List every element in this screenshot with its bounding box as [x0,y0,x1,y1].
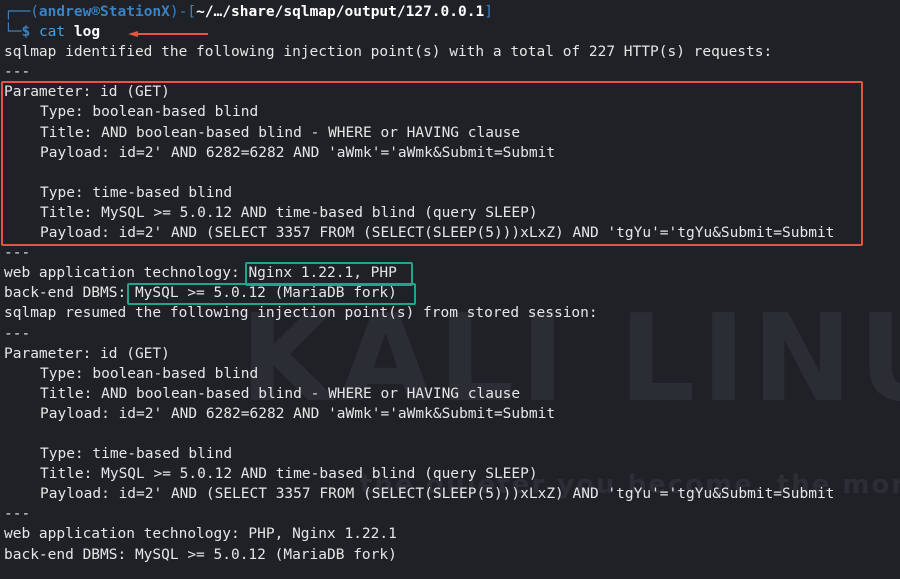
command-name: cat [38,24,66,41]
separator-line: --- [4,506,31,523]
dbms-value: MySQL >= 5.0.12 (MariaDB fork) [134,285,397,302]
web-tech-value: Nginx 1.22.1, PHP [248,265,397,282]
prompt-line-1: ┌──(andrew®StationX)-[~/…/share/sqlmap/o… [4,2,900,22]
separator-line: --- [4,245,31,262]
block1-title1: Title: AND boolean-based blind - WHERE o… [40,124,521,141]
prompt-corner-top: ┌──( [4,4,39,20]
prompt-path: ~/…/share/sqlmap/output/127.0.0.1 [196,4,485,20]
command-argument: log [73,24,101,41]
web-tech-line: web application technology: Nginx 1.22.1… [4,263,900,283]
prompt-corner-bottom: └─ [4,24,22,41]
separator-line: --- [4,64,31,81]
block2-type2: Type: time-based blind [40,446,233,463]
prompt-bracket-close: ] [484,4,493,20]
block1-parameter: Parameter: id (GET) [4,84,170,101]
resumed-line: sqlmap resumed the following injection p… [4,305,598,322]
separator-line: --- [4,325,31,342]
block1-title2: Title: MySQL >= 5.0.12 AND time-based bl… [40,204,538,221]
block1-payload2: Payload: id=2' AND (SELECT 3357 FROM (SE… [40,225,835,242]
block2-parameter: Parameter: id (GET) [4,345,170,362]
block2-payload2: Payload: id=2' AND (SELECT 3357 FROM (SE… [40,486,835,503]
dbms-label: back-end DBMS: [4,285,135,302]
block2-type1: Type: boolean-based blind [40,365,259,382]
block1-payload1: Payload: id=2' AND 6282=6282 AND 'aWmk'=… [40,144,556,161]
intro-line: sqlmap identified the following injectio… [4,44,773,61]
dbms-line-2: back-end DBMS: MySQL >= 5.0.12 (MariaDB … [4,546,397,563]
red-arrow-annotation [128,31,208,37]
prompt-user: andrew [38,4,92,20]
web-tech-line-2: web application technology: PHP, Nginx 1… [4,526,397,543]
terminal-window[interactable]: KALI LINUX the quieter you become, the m… [0,0,900,579]
dbms-line: back-end DBMS: MySQL >= 5.0.12 (MariaDB … [4,283,900,303]
block1-type2: Type: time-based blind [40,184,233,201]
block2-payload1: Payload: id=2' AND 6282=6282 AND 'aWmk'=… [40,405,556,422]
prompt-host: StationX [100,4,170,20]
block1-type1: Type: boolean-based blind [40,104,259,121]
block2-title2: Title: MySQL >= 5.0.12 AND time-based bl… [40,466,538,483]
web-tech-label: web application technology: [4,265,249,282]
prompt-dollar: $ [21,24,31,41]
terminal-output: ┌──(andrew®StationX)-[~/…/share/sqlmap/o… [4,2,900,565]
arrow-shape [128,31,208,37]
block2-title1: Title: AND boolean-based blind - WHERE o… [40,385,521,402]
prompt-bracket: )-[ [169,4,197,20]
prompt-at-symbol: ® [91,4,101,20]
